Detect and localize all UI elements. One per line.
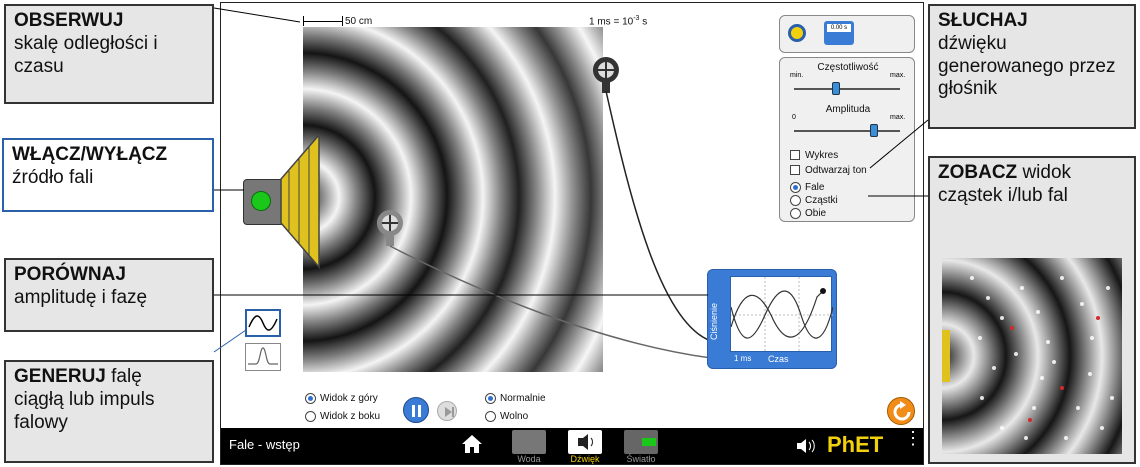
step-button[interactable] [437,401,457,421]
chart-plot-area [730,276,834,353]
pulse-wave-icon [248,347,278,365]
tab-sound[interactable]: Dźwięk [555,428,615,464]
callout-listen-title: SŁUCHAJ [938,10,1028,31]
continuous-wave-button[interactable] [245,309,281,337]
measuring-tape-icon[interactable] [788,24,806,42]
callout-see-text: cząstek i/lub fal [938,184,1068,206]
callout-generate: GENERUJ falę ciągłą lub impuls falowy [4,360,214,463]
top-view-radio-row[interactable]: Widok z góry [305,393,378,404]
normal-speed-label: Normalnie [500,393,546,405]
callout-power-text: źródło fali [12,166,94,188]
amplitude-max-label: max. [890,114,906,121]
graph-checkbox[interactable] [790,150,800,161]
pause-button[interactable] [403,397,429,423]
reset-all-button[interactable] [887,397,915,425]
stopwatch-display: 0.00 s [827,24,851,32]
slow-speed-label: Wolno [500,411,529,423]
sim-title: Fale - wstęp [229,437,300,452]
pause-icon-bar-1 [412,405,415,417]
view-waves-radio-row[interactable]: Fale [790,182,824,193]
tab-water-label: Woda [517,454,541,464]
view-both-radio-row[interactable]: Obie [790,208,826,219]
callout-compare-text: amplitudę i fazę [14,286,148,308]
particle-view-preview [942,258,1122,454]
callout-observe-text: skalę odległości i czasu [14,32,158,77]
callout-see-inline: widok [1022,162,1072,183]
amplitude-slider-thumb[interactable] [869,124,878,137]
callout-generate-inline: falę [111,366,142,387]
menu-icon[interactable]: ⋮ [904,429,922,447]
view-particles-label: Cząstki [805,195,838,207]
callout-compare-title: PORÓWNAJ [14,264,126,285]
callout-power-title: WŁĄCZ/WYŁĄCZ [12,144,168,165]
amplitude-slider-track[interactable] [794,130,900,132]
reset-icon [893,401,911,421]
top-view-label: Widok z góry [320,393,378,405]
audio-toggle-icon[interactable] [795,436,817,456]
tab-water[interactable]: Woda [499,428,559,464]
callout-see-title: ZOBACZ [938,162,1018,183]
sound-tab-icon [568,430,602,454]
home-icon[interactable] [461,434,483,454]
light-tab-icon [624,430,658,454]
slow-speed-radio-row[interactable]: Wolno [485,411,528,422]
tab-light[interactable]: Światło [611,428,671,464]
stopwatch-icon[interactable]: 0.00 s [824,21,854,45]
view-particles-radio[interactable] [790,195,801,206]
play-tone-checkbox-label: Odtwarzaj ton [805,165,867,176]
phet-logo[interactable]: PhET [827,432,883,458]
graph-checkbox-label: Wykres [805,150,839,161]
control-panel: Częstotliwość min. max. Amplituda 0 max.… [779,57,915,222]
amplitude-min-label: 0 [792,114,796,121]
tab-light-label: Światło [626,454,656,464]
callout-generate-text: ciągłą lub impuls falowy [14,388,155,433]
frequency-min-label: min. [790,72,804,79]
slow-speed-radio[interactable] [485,411,496,422]
side-view-radio-row[interactable]: Widok z boku [305,411,380,422]
chart-x-label: Czas [768,354,789,364]
tab-sound-label: Dźwięk [570,454,600,464]
pressure-chart[interactable]: Ciśnienie Czas 1 ms [707,269,837,369]
step-icon [445,407,454,417]
pulse-wave-button[interactable] [245,343,281,371]
side-view-radio[interactable] [305,411,316,422]
callout-generate-title: GENERUJ [14,366,106,387]
callout-compare: PORÓWNAJ amplitudę i fazę [4,258,214,332]
view-waves-radio[interactable] [790,182,801,193]
water-tab-icon [512,430,546,454]
view-both-label: Obie [805,208,827,220]
side-view-label: Widok z boku [320,411,381,423]
view-both-radio[interactable] [790,208,801,219]
callout-listen: SŁUCHAJ dźwięku generowanego przez głośn… [928,4,1136,129]
frequency-max-label: max. [890,72,906,79]
callout-see: ZOBACZ widok cząstek i/lub fal [928,156,1136,464]
particle-dots [942,276,1114,440]
callout-power: WŁĄCZ/WYŁĄCZ źródło fali [2,138,214,212]
callout-listen-text: dźwięku generowanego przez głośnik [938,32,1116,100]
frequency-slider-track[interactable] [794,88,900,90]
frequency-slider-thumb[interactable] [832,82,841,95]
continuous-wave-icon [248,315,278,331]
play-tone-checkbox[interactable] [790,165,800,176]
chart-curves [730,277,834,353]
callout-observe-title: OBSERWUJ [14,10,124,31]
light-tab-beam [642,438,656,446]
top-view-radio[interactable] [305,393,316,404]
callout-observe: OBSERWUJ skalę odległości i czasu [4,4,214,104]
view-particles-radio-row[interactable]: Cząstki [790,195,838,206]
normal-speed-radio[interactable] [485,393,496,404]
navigation-bar: Fale - wstęp Woda Dźwięk Światło PhET ⋮ [221,428,923,464]
normal-speed-radio-row[interactable]: Normalnie [485,393,546,404]
play-tone-checkbox-row[interactable]: Odtwarzaj ton [790,165,867,176]
chart-scale-label: 1 ms [734,354,752,363]
graph-checkbox-row[interactable]: Wykres [790,150,838,161]
pause-icon-bar-2 [418,405,421,417]
chart-y-label: Ciśnienie [709,302,719,340]
toolbox: 0.00 s [779,15,915,53]
simulation-window: 50 cm 1 ms = 10-3 s Ciśnienie Czas 1 ms … [220,2,924,465]
view-waves-label: Fale [805,182,825,194]
